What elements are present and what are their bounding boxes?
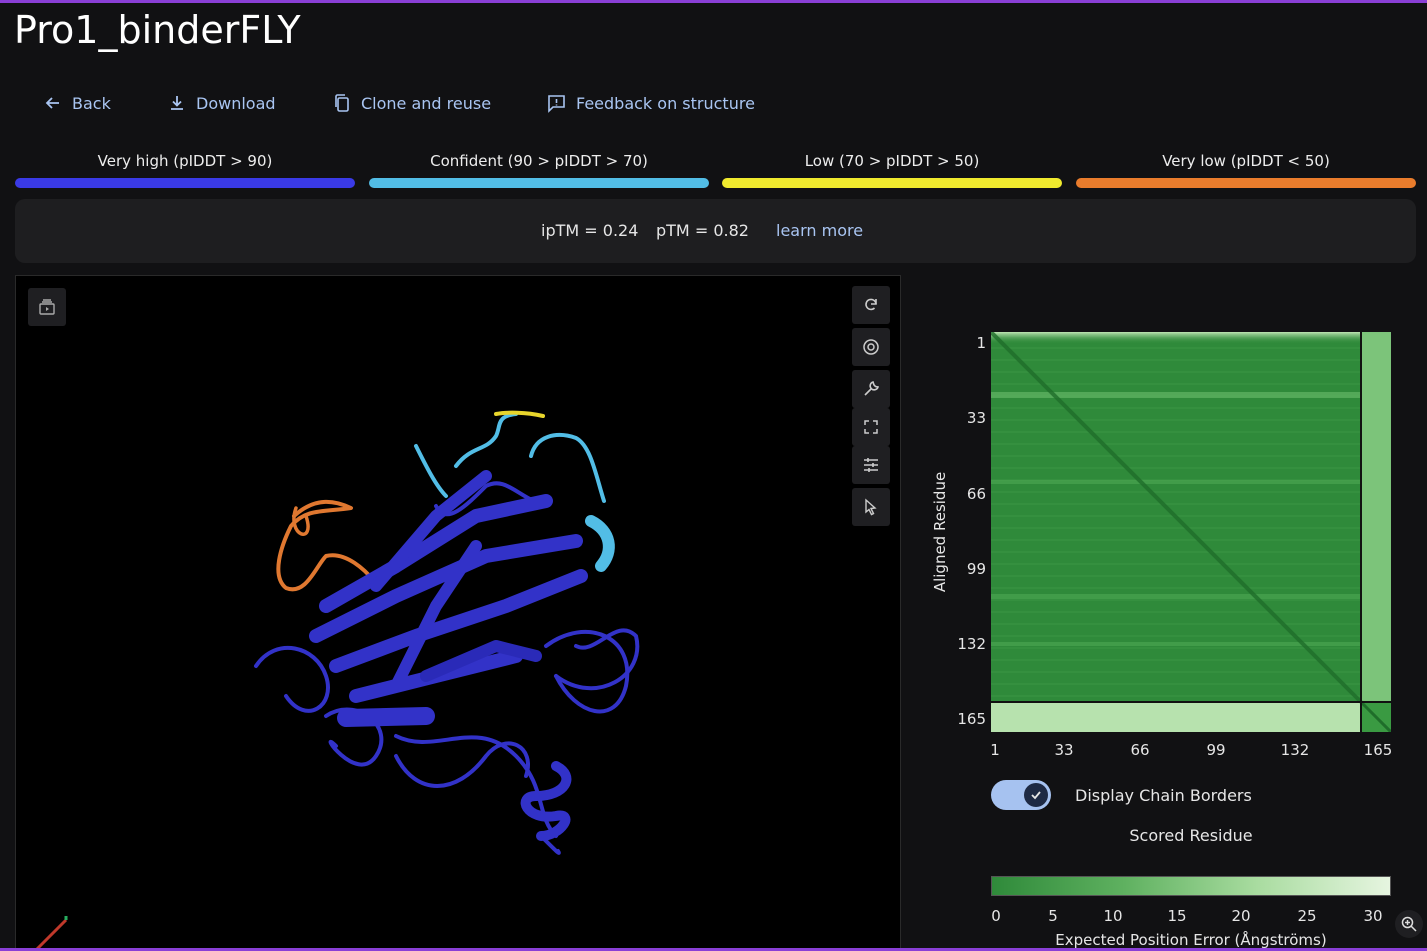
back-label: Back [72,93,111,113]
x-tick: 165 [1363,741,1393,759]
colorbar-label: Expected Position Error (Ångströms) [1055,931,1327,949]
feedback-label: Feedback on structure [576,93,755,113]
y-tick: 165 [957,710,986,728]
clone-and-reuse-button[interactable]: Clone and reuse [333,86,491,120]
copy-icon [333,93,351,113]
legend-label: Very low (pIDDT < 50) [1162,152,1330,170]
y-tick: 132 [957,635,986,653]
x-tick: 99 [1206,741,1226,759]
legend-bar [15,178,355,188]
pae-colorbar [991,876,1391,896]
metrics-panel: ipTM = 0.24 pTM = 0.82 learn more [15,199,1416,263]
chain-borders-toggle[interactable] [991,780,1051,810]
legend-very-low: Very low (pIDDT < 50) [1076,150,1416,188]
colorbar-tick: 0 [991,907,1001,925]
pae-x-axis-label: Scored Residue [1129,826,1253,845]
y-tick: 33 [966,409,986,427]
x-tick: 1 [990,741,1000,759]
legend-low: Low (70 > pIDDT > 50) [722,150,1062,188]
pae-heatmap[interactable] [991,332,1391,732]
feedback-button[interactable]: Feedback on structure [547,86,755,120]
legend-bar [369,178,709,188]
y-tick: 1 [976,334,986,352]
y-tick: 66 [966,485,986,503]
window-top-border [0,0,1427,3]
colorbar-tick: 25 [1297,907,1317,925]
colorbar-tick: 10 [1103,907,1123,925]
zoom-in-icon[interactable] [1395,910,1423,938]
download-label: Download [196,93,276,113]
protein-structure-render [34,410,640,950]
axis-gizmo [34,916,68,950]
clone-label: Clone and reuse [361,93,492,113]
x-tick: 33 [1054,741,1074,759]
feedback-icon [547,94,566,113]
structure-viewer[interactable] [15,275,901,951]
learn-more-link[interactable]: learn more [776,221,863,240]
colorbar-tick: 30 [1363,907,1383,925]
legend-label: Low (70 > pIDDT > 50) [804,152,980,170]
colorbar-tick: 20 [1231,907,1251,925]
legend-bar [1076,178,1416,188]
legend-label: Very high (pIDDT > 90) [97,152,273,170]
ptm-value: pTM = 0.82 [656,221,749,240]
arrow-left-icon [44,94,62,112]
y-tick: 99 [966,560,986,578]
x-tick: 66 [1130,741,1150,759]
iptm-value: ipTM = 0.24 [541,221,639,240]
page-title: Pro1_binderFLY [14,8,301,52]
legend-confident: Confident (90 > pIDDT > 70) [369,150,709,188]
toggle-label: Display Chain Borders [1075,786,1252,805]
download-button[interactable]: Download [168,86,276,120]
check-icon [1024,783,1048,807]
download-icon [168,94,186,112]
back-button[interactable]: Back [44,86,111,120]
legend-very-high: Very high (pIDDT > 90) [15,150,355,188]
colorbar-tick: 15 [1167,907,1187,925]
colorbar-tick: 5 [1048,907,1058,925]
x-tick: 132 [1280,741,1310,759]
legend-bar [722,178,1062,188]
legend-label: Confident (90 > pIDDT > 70) [430,152,648,170]
